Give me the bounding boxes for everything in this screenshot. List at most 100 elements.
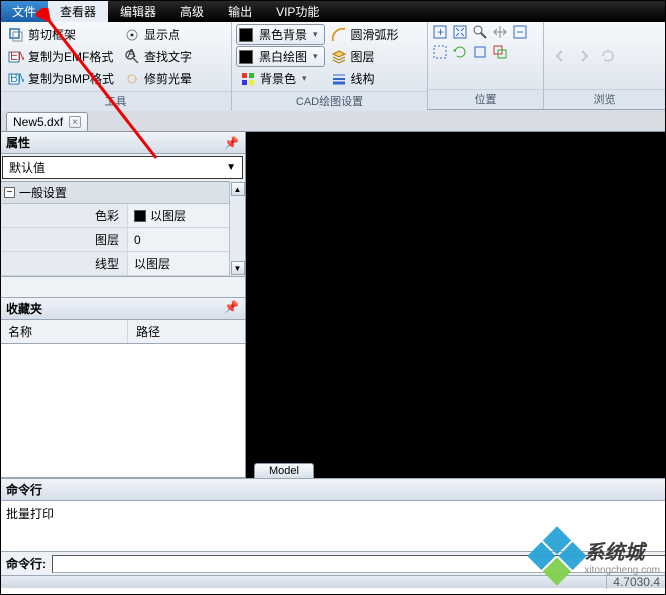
- bw-draw-label: 黑白绘图: [259, 48, 307, 65]
- cut-frame-button[interactable]: 剪切框架: [4, 24, 118, 45]
- watermark: 系统城 xitongcheng.com: [536, 535, 660, 577]
- bw-draw-button[interactable]: 黑白绘图 ▾: [236, 46, 325, 67]
- zoom-out-icon[interactable]: [512, 24, 528, 40]
- cut-frame-label: 剪切框架: [28, 26, 76, 43]
- select-icon[interactable]: [492, 44, 508, 60]
- prop-key: 图层: [0, 228, 128, 251]
- svg-text:A: A: [128, 49, 136, 60]
- smooth-arc-button[interactable]: 圆滑弧形: [327, 24, 403, 45]
- lineweight-label: 线构: [351, 70, 375, 87]
- section-label: 一般设置: [19, 184, 67, 201]
- group-position-label: 位置: [428, 89, 543, 109]
- crop-icon: [8, 27, 24, 43]
- lineweight-icon: [331, 71, 347, 87]
- prop-key: 线型: [0, 252, 128, 275]
- nav-next-icon[interactable]: [576, 48, 592, 64]
- prop-value: 以图层: [150, 207, 186, 224]
- show-points-button[interactable]: 显示点: [120, 24, 196, 45]
- scroll-up-icon[interactable]: ▲: [231, 182, 245, 196]
- col-name: 名称: [0, 320, 128, 343]
- copy-bmp-button[interactable]: BMP 复制为BMP格式: [4, 68, 118, 89]
- combo-value: 默认值: [9, 159, 45, 176]
- copy-emf-button[interactable]: EMF复制为EMF格式: [4, 46, 118, 67]
- svg-text:+: +: [437, 25, 444, 39]
- scrollbar[interactable]: ▲ ▼: [229, 181, 245, 276]
- prop-section[interactable]: −一般设置: [0, 182, 229, 204]
- group-cad-label: CAD绘图设置: [232, 91, 427, 111]
- ribbon-group-browse: 浏览: [544, 22, 666, 109]
- menu-output[interactable]: 输出: [216, 0, 264, 22]
- pin-icon[interactable]: 📌: [224, 300, 239, 317]
- bmp-icon: BMP: [8, 71, 24, 87]
- menu-viewer[interactable]: 查看器: [48, 0, 108, 22]
- menu-advanced[interactable]: 高级: [168, 0, 216, 22]
- drawing-canvas[interactable]: Model: [246, 132, 666, 478]
- color-swatch-icon: [134, 210, 146, 222]
- favorites-columns: 名称 路径: [0, 320, 245, 344]
- watermark-brand: 系统城: [584, 542, 644, 564]
- model-tab[interactable]: Model: [254, 463, 314, 478]
- zoom-window-icon[interactable]: [432, 44, 448, 60]
- find-text-label: 查找文字: [144, 48, 192, 65]
- rotate-icon[interactable]: [452, 44, 468, 60]
- prop-key: 色彩: [0, 204, 128, 227]
- properties-title: 属性: [6, 134, 30, 151]
- arc-icon: [331, 27, 347, 43]
- close-tab-button[interactable]: ×: [69, 116, 81, 128]
- document-tab-strip: New5.dxf ×: [0, 110, 666, 132]
- nav-prev-icon[interactable]: [552, 48, 568, 64]
- zoom-in-icon[interactable]: +: [432, 24, 448, 40]
- chevron-down-icon: ▼: [226, 162, 236, 173]
- document-tab-label: New5.dxf: [13, 115, 63, 129]
- document-tab[interactable]: New5.dxf ×: [6, 112, 88, 131]
- find-text-button[interactable]: A 查找文字: [120, 46, 196, 67]
- pan-icon[interactable]: [492, 24, 508, 40]
- dropdown-icon: ▾: [313, 51, 318, 62]
- dropdown-icon: ▾: [302, 73, 307, 84]
- properties-table: −一般设置 色彩以图层 图层0 线型以图层: [0, 181, 229, 276]
- group-tools-label: 工具: [0, 91, 231, 111]
- svg-text:BMP: BMP: [10, 71, 24, 85]
- ribbon-group-position: + 位置: [428, 22, 544, 109]
- prop-row-layer[interactable]: 图层0: [0, 228, 229, 252]
- prop-value: 以图层: [134, 255, 170, 272]
- trim-glow-button[interactable]: 修剪光晕: [120, 68, 196, 89]
- col-path: 路径: [128, 320, 168, 343]
- status-coords: 4.7030.4: [606, 575, 660, 589]
- bg-color-button[interactable]: 背景色▾: [236, 68, 325, 89]
- layers-button[interactable]: 图层: [327, 46, 403, 67]
- command-header: 命令行: [0, 478, 666, 501]
- prop-row-color[interactable]: 色彩 以图层: [0, 204, 229, 228]
- menu-vip[interactable]: VIP功能: [264, 0, 331, 22]
- points-icon: [124, 27, 140, 43]
- layers-label: 图层: [351, 48, 375, 65]
- black-bg-label: 黑色背景: [259, 26, 307, 43]
- group-browse-label: 浏览: [544, 89, 665, 109]
- menu-editor[interactable]: 编辑器: [108, 0, 168, 22]
- find-icon: A: [124, 49, 140, 65]
- emf-icon: EMF: [8, 49, 24, 65]
- glow-icon: [124, 71, 140, 87]
- properties-header: 属性 📌: [0, 132, 245, 154]
- refresh-icon[interactable]: [600, 48, 616, 64]
- favorites-header: 收藏夹 📌: [0, 297, 245, 320]
- scroll-down-icon[interactable]: ▼: [231, 261, 245, 275]
- black-square-icon: [239, 50, 253, 64]
- left-panel: 属性 📌 默认值 ▼ −一般设置 色彩以图层 图层0 线型以图层 ▲ ▼ 收藏夹…: [0, 132, 246, 478]
- lineweight-button[interactable]: 线构: [327, 68, 403, 89]
- dropdown-icon: ▾: [313, 29, 318, 40]
- collapse-icon[interactable]: −: [4, 187, 15, 198]
- layer-icon: [331, 49, 347, 65]
- copy-bmp-label: 复制为BMP格式: [28, 70, 114, 87]
- zoom-extents-icon[interactable]: [452, 24, 468, 40]
- selection-combo[interactable]: 默认值 ▼: [2, 156, 243, 179]
- trim-glow-label: 修剪光晕: [144, 70, 192, 87]
- pin-icon[interactable]: 📌: [224, 136, 239, 150]
- magnify-icon[interactable]: [472, 24, 488, 40]
- prop-row-linetype[interactable]: 线型以图层: [0, 252, 229, 276]
- favorites-list[interactable]: [0, 344, 245, 478]
- black-bg-button[interactable]: 黑色背景 ▾: [236, 24, 325, 45]
- svg-text:EMF: EMF: [10, 49, 24, 63]
- menu-file[interactable]: 文件: [0, 0, 48, 22]
- fit-icon[interactable]: [472, 44, 488, 60]
